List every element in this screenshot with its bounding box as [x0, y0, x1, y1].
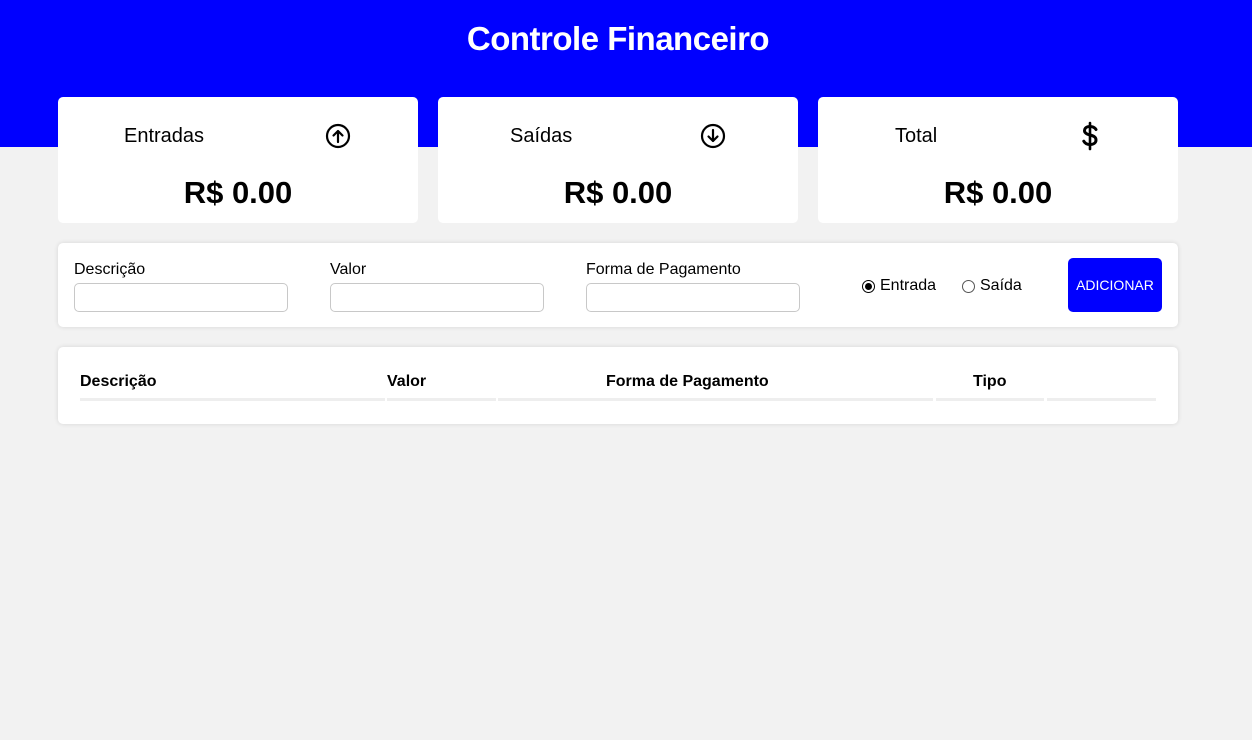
- header-divider: [1047, 398, 1156, 401]
- table-header-value: Valor: [387, 373, 427, 390]
- radio-income[interactable]: Entrada: [862, 277, 936, 295]
- radio-expense-label: Saída: [980, 277, 1022, 294]
- radio-income-label: Entrada: [880, 277, 937, 294]
- radio-income-button[interactable]: [862, 279, 875, 293]
- payment-method-input[interactable]: [586, 283, 800, 312]
- arrow-up-circle-icon: [325, 123, 351, 149]
- card-income: Entradas R$ 0.00: [58, 97, 418, 223]
- add-button[interactable]: ADICIONAR: [1068, 258, 1162, 312]
- arrow-down-circle-icon: [700, 123, 726, 149]
- card-total-label: Total: [895, 125, 938, 147]
- table-header-description: Descrição: [80, 373, 157, 390]
- transaction-form: Descrição Valor Forma de Pagamento Entra…: [58, 243, 1178, 327]
- payment-method-label: Forma de Pagamento: [586, 261, 741, 278]
- card-expense-label: Saídas: [510, 125, 573, 147]
- radio-expense-button[interactable]: [962, 279, 975, 293]
- dollar-sign-icon: [1077, 121, 1103, 151]
- card-expense: Saídas R$ 0.00: [438, 97, 798, 223]
- description-input[interactable]: [74, 283, 288, 312]
- table-header-payment-method: Forma de Pagamento: [606, 373, 769, 390]
- card-total: Total R$ 0.00: [818, 97, 1178, 223]
- description-label: Descrição: [74, 261, 146, 278]
- transactions-table: Descrição Valor Forma de Pagamento Tipo: [58, 347, 1178, 424]
- card-total-value: R$ 0.00: [943, 175, 1053, 210]
- value-input[interactable]: [330, 283, 544, 312]
- header-divider: [387, 398, 496, 401]
- header-divider: [80, 398, 385, 401]
- app-title: Controle Financeiro: [466, 20, 770, 57]
- radio-expense[interactable]: Saída: [962, 277, 1022, 295]
- header-divider: [498, 398, 933, 401]
- value-label: Valor: [330, 261, 367, 278]
- card-income-value: R$ 0.00: [183, 175, 293, 210]
- card-expense-value: R$ 0.00: [563, 175, 673, 210]
- table-header-type: Tipo: [973, 373, 1007, 390]
- header-divider: [936, 398, 1044, 401]
- card-income-label: Entradas: [124, 125, 205, 147]
